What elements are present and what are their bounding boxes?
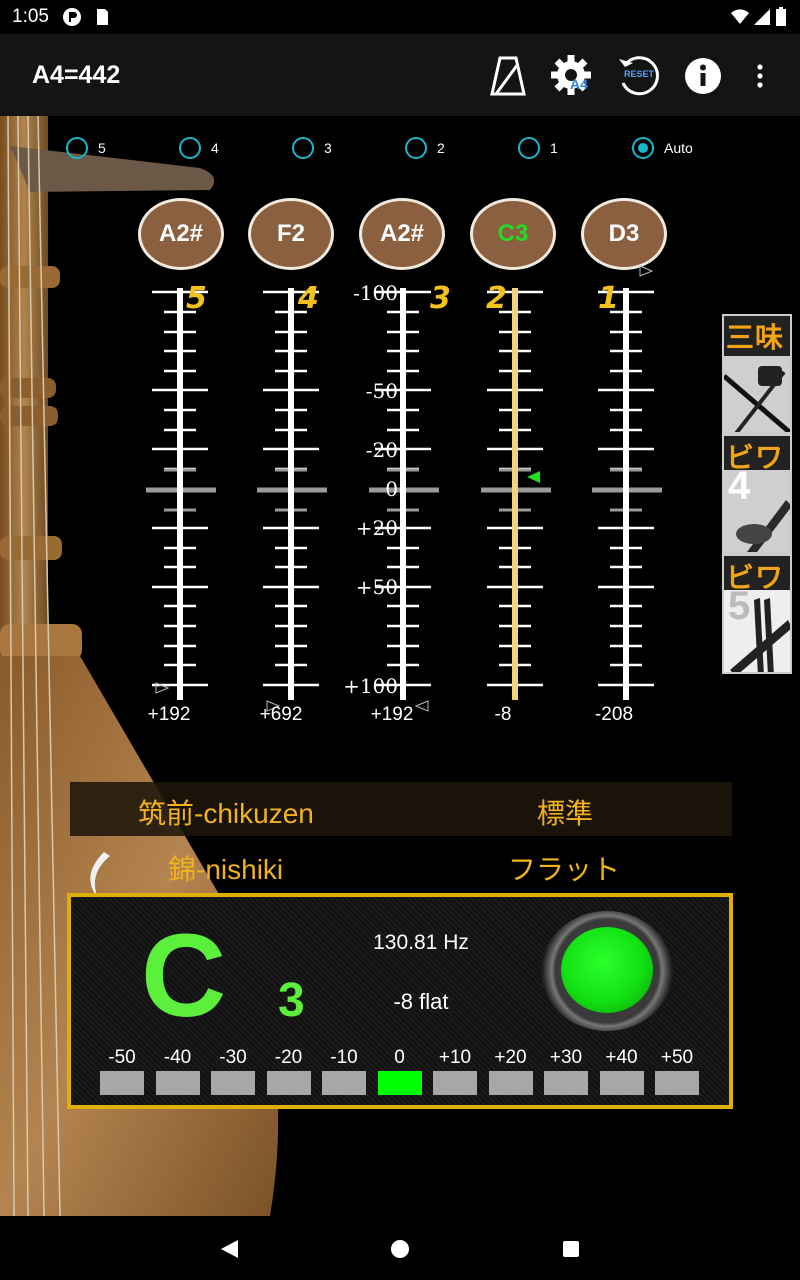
back-icon[interactable]: [214, 1234, 244, 1264]
cent-label: +20: [356, 516, 398, 540]
pitch-indicator-icon: [527, 471, 540, 483]
instrument-biwa4-card[interactable]: ビワ 4: [722, 434, 792, 554]
meter-segment: [100, 1071, 144, 1095]
meter-label: +40: [605, 1047, 638, 1068]
string-2-scale-bar: [512, 288, 518, 700]
meter-segment: [655, 1071, 699, 1095]
app-toolbar: A4=442 A4 RESET: [0, 34, 800, 116]
status-bar: 1:05: [0, 0, 800, 34]
meter-segment: [544, 1071, 588, 1095]
info-icon[interactable]: [679, 52, 727, 100]
tuning-variant[interactable]: 錦-nishiki: [168, 848, 283, 888]
string-scales: 5 4 3 2 1 -100 -50 -20 0 +20 +50 +100: [146, 265, 662, 712]
meter-segment: [155, 1071, 200, 1095]
settings-a4-icon[interactable]: A4: [548, 52, 596, 100]
tuning-style-row[interactable]: 筑前-chikuzen 標準: [70, 782, 732, 836]
detected-octave: 3: [278, 974, 305, 1027]
in-tune-lamp-icon: [541, 911, 673, 1031]
string-number: 5: [186, 281, 207, 316]
signal-icon: [754, 9, 770, 25]
recents-icon[interactable]: [556, 1234, 586, 1264]
instrument-string-count: 5: [728, 584, 751, 628]
instrument-biwa5-card[interactable]: ビワ 5: [722, 554, 792, 674]
lamp-light: [561, 927, 653, 1013]
string-1-deviation: -208: [594, 704, 634, 725]
string-3-deviation: +192: [370, 704, 414, 725]
detected-note: C: [141, 910, 227, 1042]
string-number: 2: [486, 281, 507, 316]
sd-card-icon: [97, 9, 108, 25]
meter-segment: [433, 1071, 477, 1095]
home-icon[interactable]: [385, 1234, 415, 1264]
string-number: 3: [430, 281, 451, 316]
string-4-deviation: +692: [259, 704, 303, 725]
string-number: 4: [297, 281, 319, 316]
status-time: 1:05: [12, 6, 49, 27]
meter-label: -30: [219, 1047, 247, 1068]
offscale-marker-icon: [639, 265, 654, 277]
string-5-deviation: +192: [147, 704, 191, 725]
meter-segment: [266, 1071, 311, 1095]
detected-frequency: 130.81 Hz: [373, 931, 469, 954]
cent-label: +50: [356, 575, 398, 599]
wifi-icon: [731, 9, 749, 24]
reset-icon[interactable]: RESET: [614, 52, 662, 100]
meter-label: +10: [438, 1047, 472, 1068]
meter-label: +20: [494, 1047, 527, 1068]
meter-label: +50: [660, 1047, 694, 1068]
cent-label: -50: [366, 379, 398, 403]
tuner-screen: 5 4 3 2 1 Auto A2# F2 A2# C3 D3 5 4 3 2 …: [0, 116, 800, 1216]
more-vert-icon[interactable]: [736, 52, 784, 100]
meter-label: -40: [163, 1047, 192, 1068]
tuner-readout-panel: C 3 130.81 Hz -8 flat -50 -40 -30 -20 -10 0 +1…: [67, 893, 733, 1109]
cent-label: -100: [353, 281, 398, 305]
metronome-icon[interactable]: [484, 52, 532, 100]
instrument-string-count: 4: [728, 464, 751, 508]
string-number: 1: [598, 281, 619, 316]
navigation-bar: [0, 1216, 800, 1280]
app-notification-icon: [63, 8, 81, 26]
shamisen-image: [724, 356, 790, 432]
string-4-scale-bar: [288, 288, 294, 700]
meter-label: +30: [549, 1047, 583, 1068]
instrument-shamisen-card[interactable]: 三味: [722, 314, 792, 434]
meter-segment: [377, 1071, 422, 1095]
reset-badge: RESET: [624, 69, 655, 79]
meter-segment: [488, 1071, 533, 1095]
tuning-mode[interactable]: フラット: [508, 848, 620, 888]
meter-segment: [211, 1071, 255, 1095]
cent-label: +100: [343, 674, 398, 698]
meter-label: -10: [330, 1047, 358, 1068]
string-3-scale-bar: [400, 288, 406, 700]
meter-label: 0: [394, 1047, 405, 1068]
reference-pitch-title: A4=442: [32, 61, 121, 89]
string-2-deviation: -8: [494, 704, 512, 725]
cents-deviation: -8 flat: [393, 989, 449, 1014]
string-5-scale-bar: [177, 288, 183, 700]
meter-segment: [322, 1071, 366, 1095]
meter-segment: [599, 1071, 644, 1095]
meter-label: -50: [108, 1047, 136, 1068]
cent-label: 0: [385, 477, 398, 501]
tuning-pitch: 標準: [537, 798, 594, 829]
instrument-label: 三味: [726, 322, 785, 353]
cent-label: -20: [366, 438, 398, 462]
meter-label: -20: [274, 1047, 303, 1068]
settings-badge: A4: [570, 76, 588, 92]
tuning-style: 筑前-chikuzen: [138, 798, 314, 829]
battery-icon: [776, 7, 786, 26]
string-1-scale-bar: [623, 288, 629, 700]
